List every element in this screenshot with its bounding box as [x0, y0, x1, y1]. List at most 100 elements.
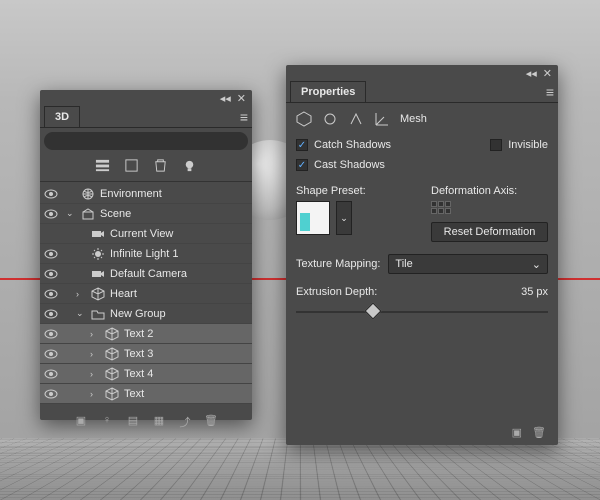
expand-arrow[interactable]: ›: [90, 389, 100, 399]
tree-item-text-2[interactable]: › Text 2: [40, 324, 252, 344]
visibility-toggle[interactable]: [44, 389, 58, 399]
new-group-icon[interactable]: ▦: [152, 414, 166, 430]
group-icon: [90, 307, 106, 321]
tree-item-environment[interactable]: Environment: [40, 184, 252, 204]
item-label: Current View: [110, 228, 248, 240]
trash-icon[interactable]: 🗑: [532, 426, 546, 439]
visibility-toggle[interactable]: [44, 309, 58, 319]
expand-arrow[interactable]: ⌄: [76, 308, 86, 319]
mesh-icon: [104, 347, 120, 361]
expand-arrow[interactable]: ›: [90, 329, 100, 339]
checkbox-catch-shadows[interactable]: ✓: [296, 139, 308, 151]
expand-arrow[interactable]: ›: [90, 369, 100, 379]
label-catch-shadows: Catch Shadows: [314, 139, 391, 151]
new-camera-icon[interactable]: ▤: [126, 414, 140, 430]
visibility-toggle[interactable]: [44, 329, 58, 339]
tree-item-infinite-light-1[interactable]: Infinite Light 1: [40, 244, 252, 264]
item-label: Text 4: [124, 368, 248, 380]
expand-arrow[interactable]: ⌄: [66, 208, 76, 219]
tree-item-heart[interactable]: › Heart: [40, 284, 252, 304]
mesh-icon: [104, 367, 120, 381]
new-light-icon[interactable]: ♀: [100, 414, 114, 430]
panel-collapse-icon[interactable]: ◂◂: [220, 92, 231, 105]
visibility-toggle[interactable]: [44, 289, 58, 299]
mesh-icon: [104, 327, 120, 341]
visibility-toggle[interactable]: [44, 349, 58, 359]
filter-light-icon[interactable]: [182, 158, 197, 173]
checkbox-invisible[interactable]: [490, 139, 502, 151]
item-label: Default Camera: [110, 268, 248, 280]
panel-3d: ◂◂ ✕ 3D ≡ Environment ⌄ Scene Current View I…: [40, 90, 252, 420]
mesh-icon: [90, 287, 106, 301]
item-label: Environment: [100, 188, 248, 200]
filter-view-icon[interactable]: [95, 158, 110, 173]
visibility-toggle[interactable]: [44, 189, 58, 199]
ground-grid: [0, 439, 600, 500]
item-label: New Group: [110, 308, 248, 320]
checkbox-cast-shadows[interactable]: ✓: [296, 159, 308, 171]
visibility-toggle[interactable]: [44, 369, 58, 379]
visibility-toggle[interactable]: [44, 209, 58, 219]
mesh-icon: [104, 387, 120, 401]
label-cast-shadows: Cast Shadows: [314, 159, 385, 171]
tree-item-new-group[interactable]: ⌄ New Group: [40, 304, 252, 324]
panel-menu-icon[interactable]: ≡: [240, 112, 248, 122]
shape-preset-thumb[interactable]: [296, 201, 330, 235]
chevron-down-icon: ⌄: [532, 258, 541, 271]
expand-arrow[interactable]: ›: [90, 349, 100, 359]
shape-preset-dropdown[interactable]: ⌄: [336, 201, 352, 235]
export-icon[interactable]: ⤴: [178, 414, 192, 430]
deformation-axis-grid[interactable]: [431, 201, 548, 214]
texture-mapping-select[interactable]: Tile⌄: [388, 254, 548, 274]
reset-deformation-button[interactable]: Reset Deformation: [431, 222, 548, 242]
tree-item-default-camera[interactable]: Default Camera: [40, 264, 252, 284]
scene-tree: Environment ⌄ Scene Current View Infinite Li…: [40, 182, 252, 406]
mode-cap-icon[interactable]: [348, 111, 364, 127]
filter-trash-icon[interactable]: [153, 158, 168, 173]
tree-item-text[interactable]: › Text: [40, 384, 252, 404]
label-deform-axis: Deformation Axis:: [431, 185, 548, 197]
mesh-mode-row: Mesh: [296, 109, 548, 135]
panel-collapse-icon[interactable]: ◂◂: [526, 67, 537, 80]
panel-properties: ◂◂ ✕ Properties ≡ Mesh ✓ Catch Shadows I…: [286, 65, 558, 445]
label-invisible: Invisible: [508, 139, 548, 151]
mode-deform-icon[interactable]: [322, 111, 338, 127]
panel-toolbar: ▣ ♀ ▤ ▦ ⤴ 🗑: [40, 406, 252, 438]
search-input-3d[interactable]: [44, 132, 248, 150]
trash-icon[interactable]: 🗑: [204, 414, 218, 430]
value-extrusion-depth[interactable]: 35 px: [521, 286, 548, 298]
filter-row: [40, 154, 252, 182]
item-label: Text: [124, 388, 248, 400]
item-label: Heart: [110, 288, 248, 300]
camera-icon: [90, 267, 106, 281]
panel-menu-icon[interactable]: ≡: [546, 87, 554, 97]
visibility-toggle[interactable]: [44, 249, 58, 259]
panel-close-icon[interactable]: ✕: [543, 67, 552, 80]
visibility-toggle[interactable]: [44, 269, 58, 279]
render-settings-icon[interactable]: ▣: [512, 426, 522, 439]
scene-icon: [80, 207, 96, 221]
tree-item-scene[interactable]: ⌄ Scene: [40, 204, 252, 224]
mode-coord-icon[interactable]: [374, 111, 390, 127]
label-extrusion-depth: Extrusion Depth:: [296, 286, 377, 298]
item-label: Text 2: [124, 328, 248, 340]
new-mesh-icon[interactable]: ▣: [74, 414, 88, 430]
panel-close-icon[interactable]: ✕: [237, 92, 246, 105]
tab-properties[interactable]: Properties: [290, 81, 366, 102]
light-icon: [90, 247, 106, 261]
label-texture-mapping: Texture Mapping:: [296, 258, 380, 270]
mesh-label: Mesh: [400, 113, 427, 125]
tree-item-current-view[interactable]: Current View: [40, 224, 252, 244]
extrusion-slider[interactable]: [296, 304, 548, 320]
item-label: Infinite Light 1: [110, 248, 248, 260]
mode-mesh-icon[interactable]: [296, 111, 312, 127]
filter-cube-icon[interactable]: [124, 158, 139, 173]
env-icon: [80, 187, 96, 201]
tab-3d[interactable]: 3D: [44, 106, 80, 127]
expand-arrow[interactable]: ›: [76, 289, 86, 299]
camera-icon: [90, 227, 106, 241]
tree-item-text-4[interactable]: › Text 4: [40, 364, 252, 384]
item-label: Scene: [100, 208, 248, 220]
label-shape-preset: Shape Preset:: [296, 185, 413, 197]
tree-item-text-3[interactable]: ›Text 3: [40, 344, 252, 364]
